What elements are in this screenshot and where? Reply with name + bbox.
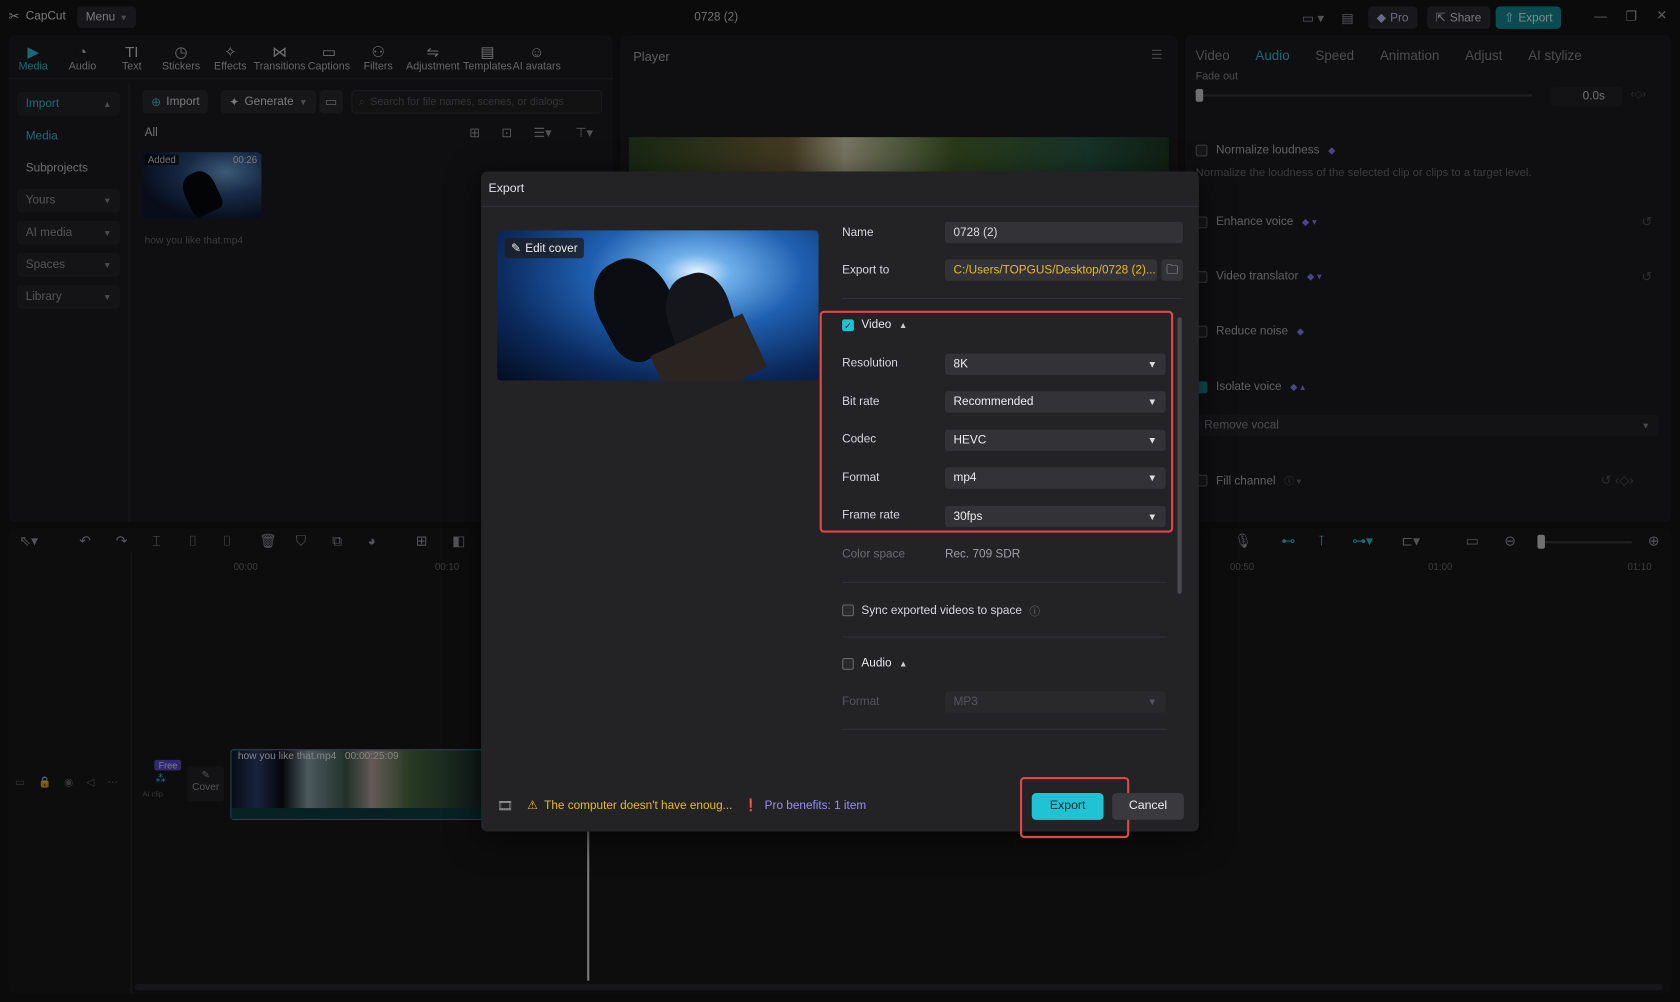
edit-cover-label: Edit cover: [525, 242, 577, 255]
warning-text: The computer doesn't have enoug...: [544, 799, 732, 812]
pro-benefits-link[interactable]: ❗ Pro benefits: 1 item: [744, 798, 867, 812]
audio-format-select: MP3 ▼: [945, 691, 1166, 712]
export-dialog: Export ✎ Edit cover Name 0728 (2) Export …: [481, 171, 1199, 831]
warning-icon: ⚠: [527, 798, 538, 812]
info-icon: ⓘ: [1029, 602, 1040, 618]
cover-preview: ✎ Edit cover: [497, 230, 818, 380]
edit-cover-button[interactable]: ✎ Edit cover: [505, 238, 584, 258]
name-label: Name: [842, 226, 873, 239]
colorspace-value: Rec. 709 SDR: [945, 548, 1020, 561]
audio-checkbox[interactable]: [842, 657, 854, 669]
capcut-window: ✂ CapCut Menu▼ 0728 (2) ▭ ▾ ▤ ◆Pro ⇱Shar…: [0, 0, 1680, 1002]
audio-format-value: MP3: [954, 696, 978, 709]
colorspace-label: Color space: [842, 548, 905, 561]
name-input[interactable]: 0728 (2): [945, 222, 1183, 243]
chevron-down-icon: ▼: [1148, 697, 1158, 708]
alert-circle-icon: ❗: [744, 798, 759, 812]
divider: [842, 298, 1183, 299]
dialog-scrollbar[interactable]: [1177, 317, 1181, 593]
warning-message: ⚠ The computer doesn't have enoug...: [527, 798, 732, 812]
sync-checkbox[interactable]: [842, 604, 854, 616]
export-path-input[interactable]: C:/Users/TOPGUS/Desktop/0728 (2)...: [945, 259, 1157, 280]
divider: [842, 637, 1167, 638]
divider: [481, 206, 1199, 207]
dialog-title: Export: [489, 182, 525, 195]
sync-label: Sync exported videos to space: [861, 604, 1022, 617]
pencil-icon: ✎: [511, 241, 521, 255]
film-icon: 🎞: [497, 798, 513, 813]
pro-benefits-text: Pro benefits: 1 item: [765, 799, 867, 812]
divider: [842, 729, 1167, 730]
cancel-button[interactable]: Cancel: [1112, 793, 1184, 820]
chevron-up-icon: ▲: [899, 659, 907, 669]
video-settings-highlight: [820, 311, 1174, 533]
audio-format-label: Format: [842, 696, 879, 709]
audio-label: Audio: [861, 657, 891, 670]
folder-icon[interactable]: 🗀: [1161, 259, 1182, 280]
sync-row[interactable]: Sync exported videos to space ⓘ: [842, 602, 1040, 618]
audio-section-header[interactable]: Audio ▲: [842, 657, 907, 670]
divider: [842, 582, 1167, 583]
export-to-label: Export to: [842, 264, 889, 277]
